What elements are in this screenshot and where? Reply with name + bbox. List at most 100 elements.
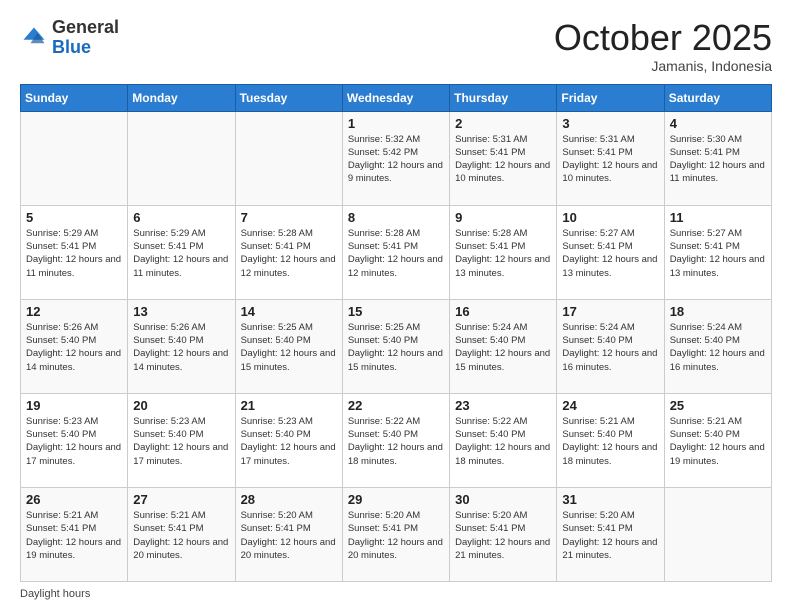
cell-info: Sunrise: 5:25 AM Sunset: 5:40 PM Dayligh…: [241, 321, 337, 374]
day-number: 11: [670, 210, 766, 225]
day-number: 14: [241, 304, 337, 319]
cell-info: Sunrise: 5:28 AM Sunset: 5:41 PM Dayligh…: [348, 227, 444, 280]
day-number: 27: [133, 492, 229, 507]
calendar-cell: 24Sunrise: 5:21 AM Sunset: 5:40 PM Dayli…: [557, 393, 664, 487]
calendar-cell: 20Sunrise: 5:23 AM Sunset: 5:40 PM Dayli…: [128, 393, 235, 487]
calendar-cell: 4 Sunrise: 5:30 AM Sunset: 5:41 PM Daylig…: [664, 111, 771, 205]
calendar-cell: 17Sunrise: 5:24 AM Sunset: 5:40 PM Dayli…: [557, 299, 664, 393]
cell-info: Sunrise: 5:31 AM Sunset: 5:41 PM Dayligh…: [562, 133, 658, 186]
logo: General Blue: [20, 18, 119, 58]
calendar-header: SundayMondayTuesdayWednesdayThursdayFrid…: [21, 84, 772, 111]
day-number: 12: [26, 304, 122, 319]
page: General Blue October 2025 Jamanis, Indon…: [0, 0, 792, 612]
weekday-header-thursday: Thursday: [450, 84, 557, 111]
cell-info: Sunrise: 5:30 AM Sunset: 5:41 PM Dayligh…: [670, 133, 766, 186]
weekday-header-monday: Monday: [128, 84, 235, 111]
cell-info: Sunrise: 5:20 AM Sunset: 5:41 PM Dayligh…: [241, 509, 337, 562]
calendar-cell: 1 Sunrise: 5:32 AM Sunset: 5:42 PM Daylig…: [342, 111, 449, 205]
calendar-cell: [664, 487, 771, 581]
day-number: 26: [26, 492, 122, 507]
cell-info: Sunrise: 5:31 AM Sunset: 5:41 PM Dayligh…: [455, 133, 551, 186]
cell-info: Sunrise: 5:24 AM Sunset: 5:40 PM Dayligh…: [670, 321, 766, 374]
calendar-cell: 13 Sunrise: 5:26 AM Sunset: 5:40 PM Dayli…: [128, 299, 235, 393]
calendar-cell: 16 Sunrise: 5:24 AM Sunset: 5:40 PM Dayli…: [450, 299, 557, 393]
day-number: 16: [455, 304, 551, 319]
calendar-week-row: 26 Sunrise: 5:21 AM Sunset: 5:41 PM Dayli…: [21, 487, 772, 581]
logo-general-text: General: [52, 18, 119, 38]
weekday-header-sunday: Sunday: [21, 84, 128, 111]
footer: Daylight hours: [20, 588, 772, 600]
cell-info: Sunrise: 5:24 AM Sunset: 5:40 PM Dayligh…: [455, 321, 551, 374]
month-title: October 2025: [554, 18, 772, 58]
day-number: 6: [133, 210, 229, 225]
calendar-cell: 15 Sunrise: 5:25 AM Sunset: 5:40 PM Dayli…: [342, 299, 449, 393]
day-number: 9: [455, 210, 551, 225]
daylight-label: Daylight hours: [20, 588, 90, 600]
calendar-cell: 14 Sunrise: 5:25 AM Sunset: 5:40 PM Dayli…: [235, 299, 342, 393]
cell-info: Sunrise: 5:24 AM Sunset: 5:40 PM Dayligh…: [562, 321, 658, 374]
day-number: 31: [562, 492, 658, 507]
cell-info: Sunrise: 5:28 AM Sunset: 5:41 PM Dayligh…: [241, 227, 337, 280]
calendar-cell: 5Sunrise: 5:29 AM Sunset: 5:41 PM Daylig…: [21, 205, 128, 299]
calendar-table: SundayMondayTuesdayWednesdayThursdayFrid…: [20, 84, 772, 582]
calendar-cell: 19 Sunrise: 5:23 AM Sunset: 5:40 PM Dayli…: [21, 393, 128, 487]
weekday-header-wednesday: Wednesday: [342, 84, 449, 111]
calendar-cell: 8 Sunrise: 5:28 AM Sunset: 5:41 PM Daylig…: [342, 205, 449, 299]
calendar-cell: [128, 111, 235, 205]
calendar-cell: 23 Sunrise: 5:22 AM Sunset: 5:40 PM Dayli…: [450, 393, 557, 487]
header: General Blue October 2025 Jamanis, Indon…: [20, 18, 772, 74]
calendar-cell: [21, 111, 128, 205]
day-number: 10: [562, 210, 658, 225]
logo-blue-text: Blue: [52, 38, 119, 58]
cell-info: Sunrise: 5:23 AM Sunset: 5:40 PM Dayligh…: [241, 415, 337, 468]
cell-info: Sunrise: 5:23 AM Sunset: 5:40 PM Dayligh…: [26, 415, 122, 468]
calendar-cell: 7Sunrise: 5:28 AM Sunset: 5:41 PM Daylig…: [235, 205, 342, 299]
calendar-cell: 25Sunrise: 5:21 AM Sunset: 5:40 PM Dayli…: [664, 393, 771, 487]
calendar-cell: 21 Sunrise: 5:23 AM Sunset: 5:40 PM Dayli…: [235, 393, 342, 487]
cell-info: Sunrise: 5:22 AM Sunset: 5:40 PM Dayligh…: [348, 415, 444, 468]
weekday-header-friday: Friday: [557, 84, 664, 111]
day-number: 22: [348, 398, 444, 413]
calendar-cell: 9Sunrise: 5:28 AM Sunset: 5:41 PM Daylig…: [450, 205, 557, 299]
day-number: 13: [133, 304, 229, 319]
calendar-cell: 30Sunrise: 5:20 AM Sunset: 5:41 PM Dayli…: [450, 487, 557, 581]
cell-info: Sunrise: 5:22 AM Sunset: 5:40 PM Dayligh…: [455, 415, 551, 468]
cell-info: Sunrise: 5:27 AM Sunset: 5:41 PM Dayligh…: [562, 227, 658, 280]
calendar-week-row: 5Sunrise: 5:29 AM Sunset: 5:41 PM Daylig…: [21, 205, 772, 299]
calendar-cell: 11Sunrise: 5:27 AM Sunset: 5:41 PM Dayli…: [664, 205, 771, 299]
calendar-cell: 26 Sunrise: 5:21 AM Sunset: 5:41 PM Dayli…: [21, 487, 128, 581]
day-number: 8: [348, 210, 444, 225]
calendar-cell: 22 Sunrise: 5:22 AM Sunset: 5:40 PM Dayli…: [342, 393, 449, 487]
day-number: 30: [455, 492, 551, 507]
calendar-cell: 6Sunrise: 5:29 AM Sunset: 5:41 PM Daylig…: [128, 205, 235, 299]
title-block: October 2025 Jamanis, Indonesia: [554, 18, 772, 74]
generalblue-icon: [20, 24, 48, 52]
cell-info: Sunrise: 5:20 AM Sunset: 5:41 PM Dayligh…: [562, 509, 658, 562]
cell-info: Sunrise: 5:26 AM Sunset: 5:40 PM Dayligh…: [26, 321, 122, 374]
calendar-cell: [235, 111, 342, 205]
weekday-header-tuesday: Tuesday: [235, 84, 342, 111]
calendar-cell: 10 Sunrise: 5:27 AM Sunset: 5:41 PM Dayli…: [557, 205, 664, 299]
cell-info: Sunrise: 5:21 AM Sunset: 5:41 PM Dayligh…: [133, 509, 229, 562]
calendar-cell: 3Sunrise: 5:31 AM Sunset: 5:41 PM Daylig…: [557, 111, 664, 205]
calendar-cell: 28Sunrise: 5:20 AM Sunset: 5:41 PM Dayli…: [235, 487, 342, 581]
day-number: 23: [455, 398, 551, 413]
calendar-week-row: 19 Sunrise: 5:23 AM Sunset: 5:40 PM Dayli…: [21, 393, 772, 487]
location-subtitle: Jamanis, Indonesia: [554, 58, 772, 74]
cell-info: Sunrise: 5:25 AM Sunset: 5:40 PM Dayligh…: [348, 321, 444, 374]
cell-info: Sunrise: 5:29 AM Sunset: 5:41 PM Dayligh…: [26, 227, 122, 280]
day-number: 21: [241, 398, 337, 413]
calendar-body: 1 Sunrise: 5:32 AM Sunset: 5:42 PM Daylig…: [21, 111, 772, 581]
day-number: 15: [348, 304, 444, 319]
day-number: 19: [26, 398, 122, 413]
cell-info: Sunrise: 5:21 AM Sunset: 5:40 PM Dayligh…: [562, 415, 658, 468]
cell-info: Sunrise: 5:21 AM Sunset: 5:41 PM Dayligh…: [26, 509, 122, 562]
day-number: 1: [348, 116, 444, 131]
cell-info: Sunrise: 5:20 AM Sunset: 5:41 PM Dayligh…: [348, 509, 444, 562]
calendar-week-row: 1 Sunrise: 5:32 AM Sunset: 5:42 PM Daylig…: [21, 111, 772, 205]
calendar-cell: 31 Sunrise: 5:20 AM Sunset: 5:41 PM Dayli…: [557, 487, 664, 581]
cell-info: Sunrise: 5:32 AM Sunset: 5:42 PM Dayligh…: [348, 133, 444, 186]
cell-info: Sunrise: 5:26 AM Sunset: 5:40 PM Dayligh…: [133, 321, 229, 374]
day-number: 4: [670, 116, 766, 131]
cell-info: Sunrise: 5:21 AM Sunset: 5:40 PM Dayligh…: [670, 415, 766, 468]
